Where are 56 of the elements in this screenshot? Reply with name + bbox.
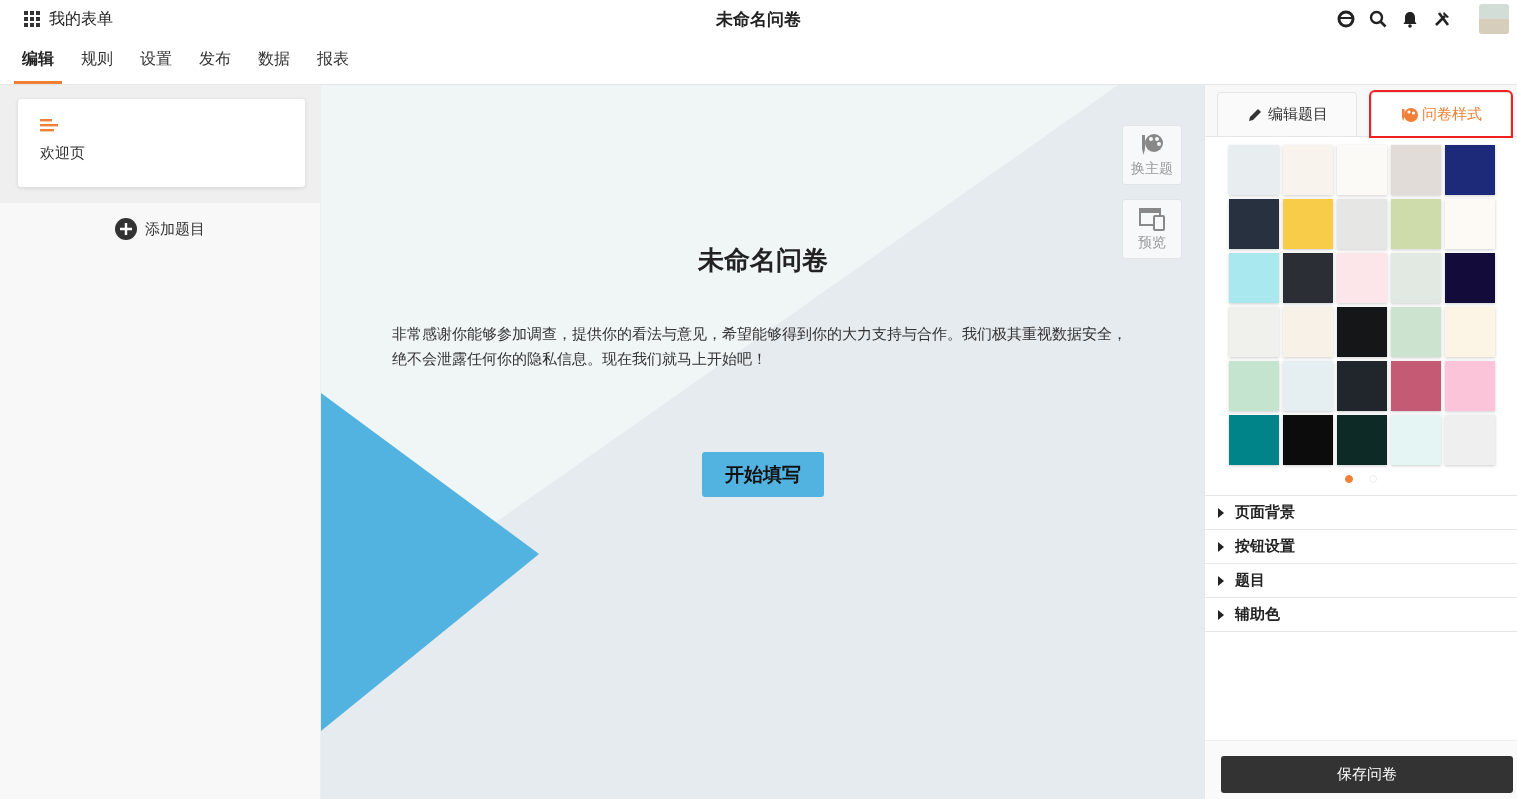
app-name: 我的表单 xyxy=(49,8,113,30)
theme-thumbnail[interactable] xyxy=(1283,415,1333,465)
theme-thumbnail[interactable] xyxy=(1445,199,1495,249)
theme-thumbnail[interactable] xyxy=(1283,307,1333,357)
theme-thumbnail[interactable] xyxy=(1229,415,1279,465)
nav-tab[interactable]: 数据 xyxy=(250,38,298,84)
theme-thumbnail[interactable] xyxy=(1283,145,1333,195)
nav-tab[interactable]: 报表 xyxy=(309,38,357,84)
theme-thumbnail[interactable] xyxy=(1445,253,1495,303)
theme-thumbnail[interactable] xyxy=(1337,361,1387,411)
survey-description: 非常感谢你能够参加调查，提供你的看法与意见，希望能够得到你的大力支持与合作。我们极其重视数据安全，绝不会泄露任何你的隐私信息。现在我们就马上开始吧！ xyxy=(391,324,1128,370)
page-dot[interactable] xyxy=(1345,475,1353,483)
theme-thumbnail[interactable] xyxy=(1445,415,1495,465)
save-button[interactable]: 保存问卷 xyxy=(1221,756,1513,793)
theme-thumbnail[interactable] xyxy=(1337,145,1387,195)
add-question-button[interactable]: 添加题目 xyxy=(109,217,211,241)
theme-thumbnail[interactable] xyxy=(1391,307,1441,357)
apps-grid-icon[interactable] xyxy=(24,11,40,27)
theme-thumbnail[interactable] xyxy=(1283,253,1333,303)
start-button[interactable]: 开始填写 xyxy=(701,452,824,497)
theme-thumbnail[interactable] xyxy=(1337,307,1387,357)
plus-circle-icon xyxy=(115,218,137,240)
pencil-icon xyxy=(1246,107,1264,122)
theme-thumbnail[interactable] xyxy=(1229,307,1279,357)
theme-thumbnail[interactable] xyxy=(1229,253,1279,303)
page-label: 欢迎页 xyxy=(40,144,86,163)
theme-thumbnail[interactable] xyxy=(1337,199,1387,249)
form-title: 未命名问卷 xyxy=(716,8,801,29)
theme-thumbnail[interactable] xyxy=(1391,145,1441,195)
theme-thumbnail[interactable] xyxy=(1283,361,1333,411)
panel-tab[interactable]: 编辑题目 xyxy=(1217,92,1357,136)
browser-phone-icon xyxy=(1138,206,1166,231)
theme-thumbnail[interactable] xyxy=(1445,145,1495,195)
theme-thumbnail[interactable] xyxy=(1283,199,1333,249)
theme-thumbnail[interactable] xyxy=(1391,253,1441,303)
nav-tab[interactable]: 发布 xyxy=(191,38,239,84)
palette-icon xyxy=(1400,107,1418,122)
tools-icon[interactable] xyxy=(1433,10,1451,28)
survey-title: 未命名问卷 xyxy=(697,244,828,277)
search-icon[interactable] xyxy=(1369,10,1387,28)
theme-thumbnail[interactable] xyxy=(1229,145,1279,195)
theme-thumbnail[interactable] xyxy=(1445,307,1495,357)
bell-icon[interactable] xyxy=(1401,10,1419,28)
theme-thumbnail[interactable] xyxy=(1229,199,1279,249)
list-icon xyxy=(40,119,58,132)
theme-thumbnail[interactable] xyxy=(1391,199,1441,249)
theme-thumbnail[interactable] xyxy=(1337,253,1387,303)
theme-thumbnail[interactable] xyxy=(1391,415,1441,465)
nav-tab[interactable]: 设置 xyxy=(132,38,180,84)
theme-thumbnail[interactable] xyxy=(1337,415,1387,465)
theme-thumbnail[interactable] xyxy=(1229,361,1279,411)
theme-thumbnail[interactable] xyxy=(1391,361,1441,411)
avatar[interactable] xyxy=(1479,4,1509,34)
nav-tab[interactable]: 规则 xyxy=(73,38,121,84)
page-card[interactable]: 欢迎页 xyxy=(18,99,305,187)
theme-thumbnail[interactable] xyxy=(1445,361,1495,411)
